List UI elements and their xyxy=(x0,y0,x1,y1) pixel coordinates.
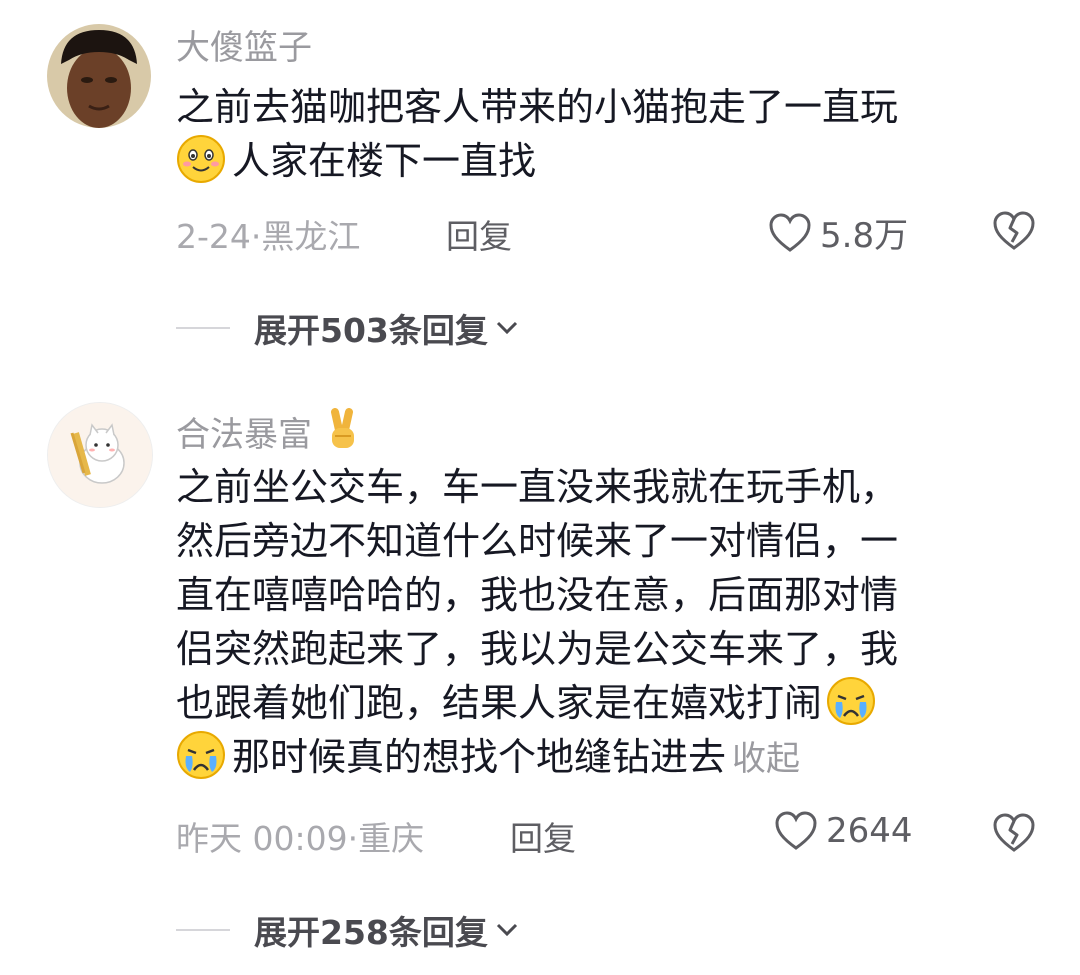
comment-line-with-emoji: 也跟着她们跑，结果人家是在嬉戏打闹 xyxy=(176,676,1016,730)
comment-meta: 昨天 00:09·重庆 回复 2644 xyxy=(176,810,1036,858)
crying-face-emoji xyxy=(177,731,225,779)
comment-line: 侣突然跑起来了，我以为是公交车来了，我 xyxy=(176,627,899,671)
comment-meta: 2-24·黑龙江 回复 5.8万 xyxy=(176,208,1036,257)
comment-line-text: 那时候真的想找个地缝钻进去 xyxy=(232,735,727,779)
comment-line: 然后旁边不知道什么时候来了一对情侣，一 xyxy=(176,519,899,563)
comment-line-text: 也跟着她们跑，结果人家是在嬉戏打闹 xyxy=(176,681,823,725)
date-location: 昨天 00:09·重庆 xyxy=(176,819,425,858)
victory-hand-emoji xyxy=(330,408,354,448)
smiling-face-emoji xyxy=(177,135,225,183)
avatar[interactable] xyxy=(47,402,153,508)
expand-replies[interactable]: 展开258条回复 xyxy=(176,910,520,952)
comment-line: 之前去猫咖把客人带来的小猫抱走了一直玩 xyxy=(176,85,899,129)
collapse-button[interactable]: 收起 xyxy=(732,739,800,779)
divider xyxy=(176,327,230,329)
comment-line-with-emoji: 人家在楼下一直找 xyxy=(176,134,1016,188)
date-location: 2-24·黑龙江 xyxy=(176,217,361,256)
like-count: 5.8万 xyxy=(820,216,909,256)
heart-outline-icon xyxy=(775,811,817,850)
heart-outline-icon xyxy=(769,212,811,252)
username[interactable]: 大傻篮子 xyxy=(176,28,312,68)
expand-replies[interactable]: 展开503条回复 xyxy=(176,308,520,350)
divider xyxy=(176,929,230,931)
like-count: 2644 xyxy=(826,811,913,851)
crying-face-emoji xyxy=(827,677,876,725)
expand-replies-label: 展开503条回复 xyxy=(254,311,488,350)
chevron-down-icon xyxy=(496,923,517,937)
chevron-down-icon xyxy=(496,321,517,335)
comment-text: 之前去猫咖把客人带来的小猫抱走了一直玩 人家在楼下一直找 xyxy=(176,80,1016,188)
comment-text: 之前坐公交车，车一直没来我就在玩手机， 然后旁边不知道什么时候来了一对情侣，一 … xyxy=(176,460,1016,786)
broken-heart-icon[interactable] xyxy=(992,810,1036,854)
comment-line-with-emoji: 那时候真的想找个地缝钻进去 收起 xyxy=(176,730,1016,786)
broken-heart-icon[interactable] xyxy=(992,208,1036,252)
reply-button[interactable]: 回复 xyxy=(510,812,576,860)
username-text: 合法暴富 xyxy=(176,415,312,455)
comment-line: 直在嘻嘻哈哈的，我也没在意，后面那对情 xyxy=(176,573,899,617)
expand-replies-label: 展开258条回复 xyxy=(254,913,488,952)
like-button[interactable]: 5.8万 xyxy=(768,208,908,257)
username[interactable]: 合法暴富 xyxy=(176,408,363,455)
comment-line-text: 人家在楼下一直找 xyxy=(232,139,537,183)
avatar[interactable] xyxy=(47,24,151,128)
like-button[interactable]: 2644 xyxy=(774,810,913,852)
comment-line: 之前坐公交车，车一直没来我就在玩手机， xyxy=(176,465,899,509)
reply-button[interactable]: 回复 xyxy=(446,210,512,258)
